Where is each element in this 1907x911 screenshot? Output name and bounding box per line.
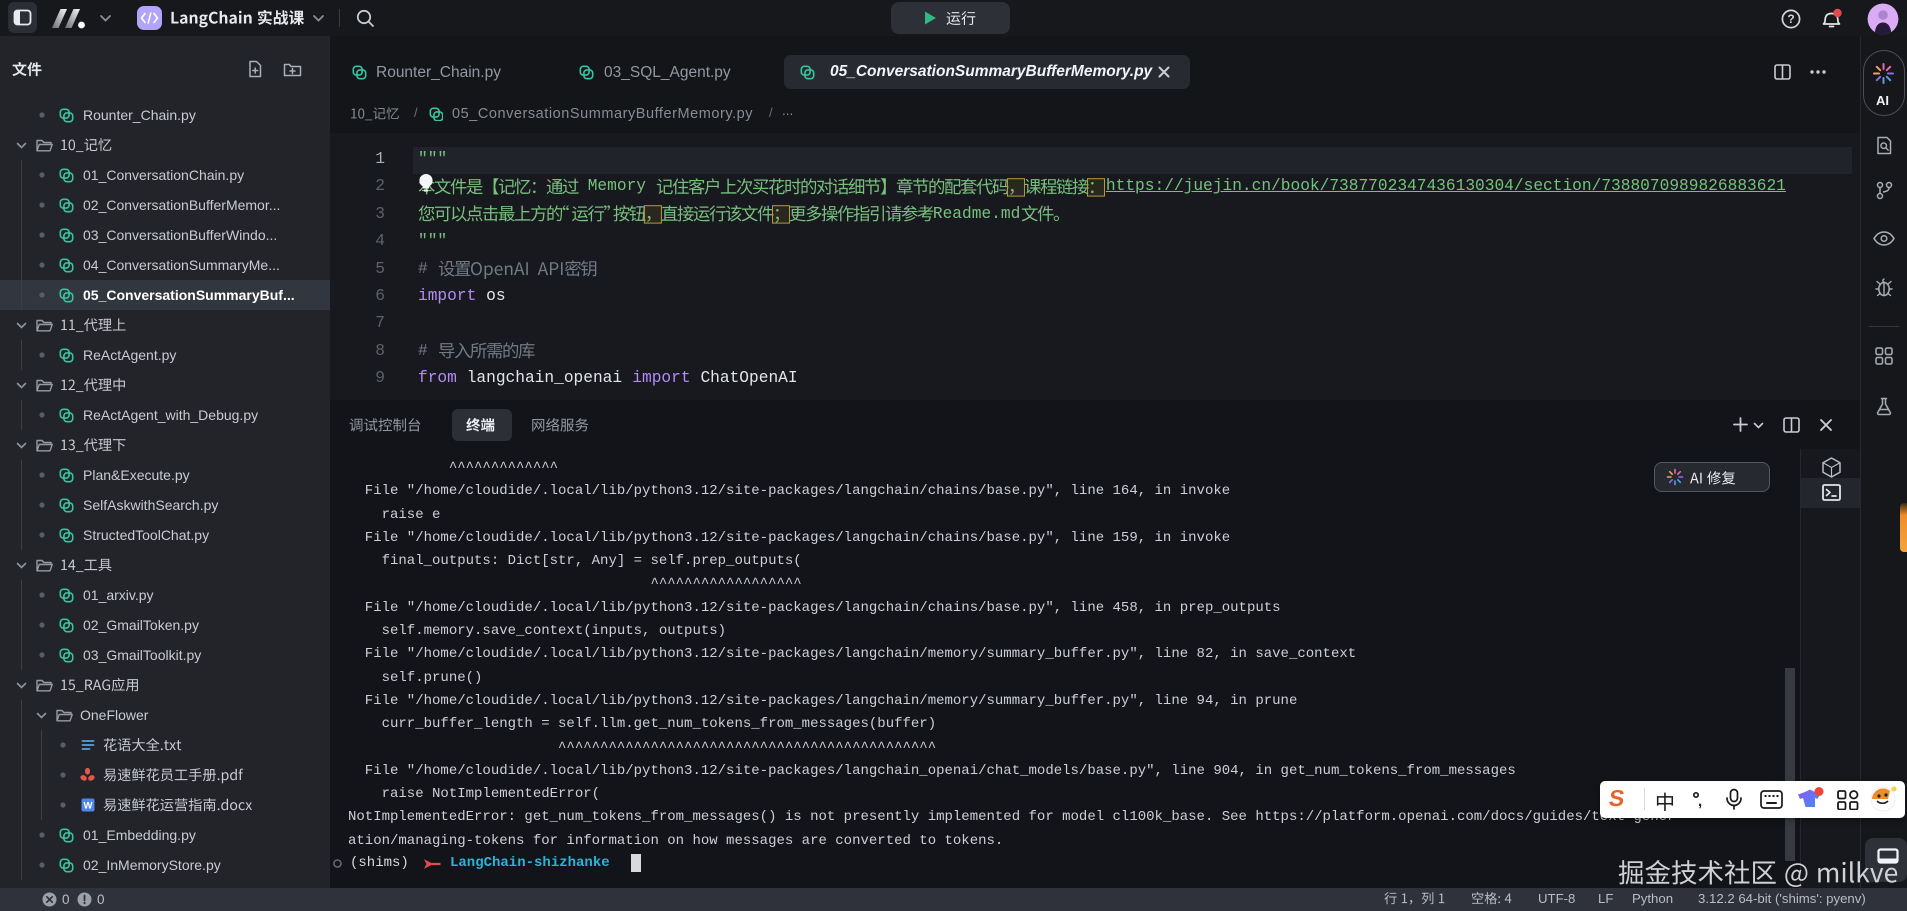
svg-text:,: ,: [1698, 793, 1702, 810]
svg-text:W: W: [84, 801, 93, 812]
svg-text:?: ?: [1787, 12, 1794, 26]
